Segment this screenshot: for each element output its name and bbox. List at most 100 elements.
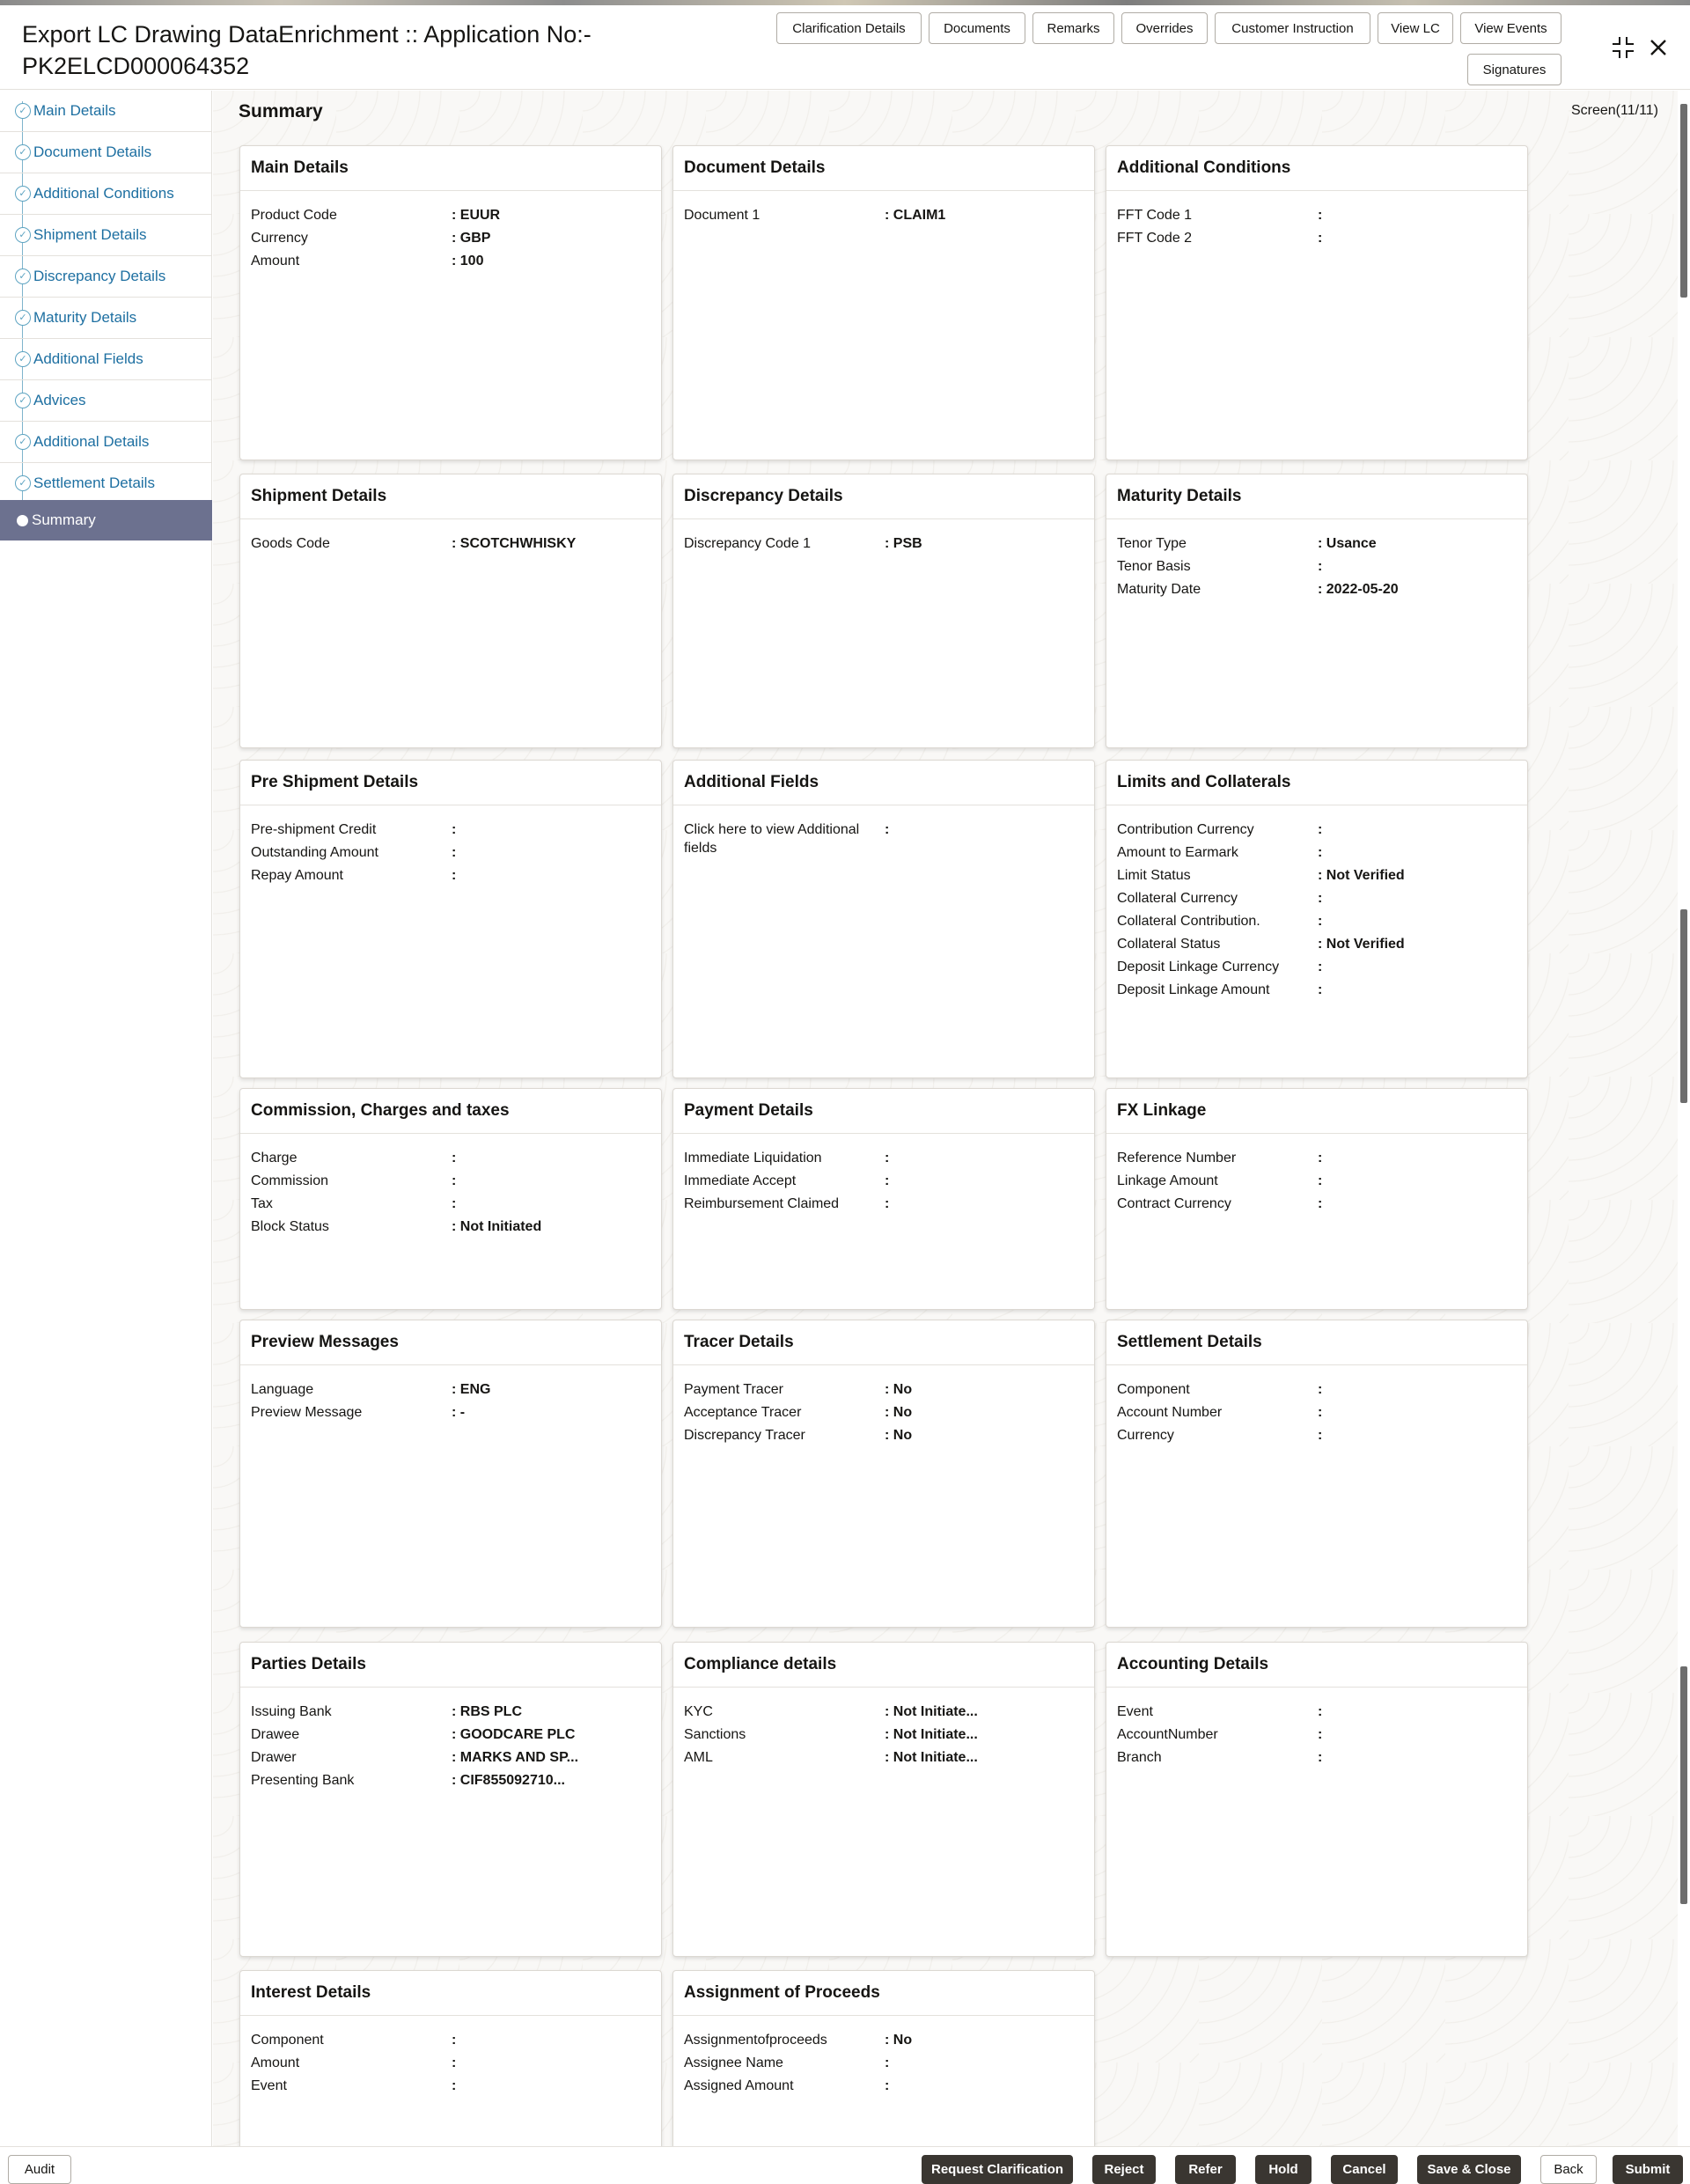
compress-icon[interactable]: [1611, 35, 1635, 67]
sidebar-item-maturity-details[interactable]: ✓ Maturity Details: [0, 298, 212, 339]
field-row: Drawer: MARKS AND SP...: [251, 1746, 652, 1769]
close-icon[interactable]: [1648, 37, 1669, 63]
field-label: KYC: [684, 1704, 713, 1719]
field-value: : PSB: [885, 536, 922, 551]
summary-card-assignment-of-proceeds[interactable]: Assignment of Proceeds Assignmentofprocee…: [672, 1970, 1095, 2155]
summary-card-pre-shipment-details[interactable]: Pre Shipment Details Pre-shipment Credit:…: [239, 760, 662, 1078]
audit-button[interactable]: Audit: [8, 2155, 71, 2184]
card-title: FX Linkage: [1117, 1101, 1207, 1120]
field-value: :: [1318, 1405, 1323, 1420]
summary-card-document-details[interactable]: Document Details Document 1: CLAIM1: [672, 145, 1095, 460]
field-value: :: [452, 1196, 457, 1211]
field-row: Component:: [251, 2029, 652, 2052]
view-lc-button[interactable]: View LC: [1378, 12, 1453, 44]
field-row: Assignee Name:: [684, 2052, 1085, 2075]
field-row: Issuing Bank: RBS PLC: [251, 1701, 652, 1724]
field-value: : SCOTCHWHISKY: [452, 536, 577, 551]
sidebar-item-document-details[interactable]: ✓ Document Details: [0, 132, 212, 173]
scrollbar-thumb[interactable]: [1680, 909, 1687, 1103]
field-label: Deposit Linkage Currency: [1117, 960, 1280, 974]
cancel-button[interactable]: Cancel: [1331, 2155, 1398, 2184]
field-value: :: [885, 822, 890, 837]
clarification-details-button[interactable]: Clarification Details: [776, 12, 922, 44]
documents-button[interactable]: Documents: [929, 12, 1025, 44]
summary-card-settlement-details[interactable]: Settlement Details Component: Account Numb…: [1106, 1320, 1528, 1628]
summary-card-fx-linkage[interactable]: FX Linkage Reference Number: Linkage Amoun…: [1106, 1088, 1528, 1310]
summary-card-additional-conditions[interactable]: Additional Conditions FFT Code 1: FFT Code…: [1106, 145, 1528, 460]
sidebar-item-summary[interactable]: Summary: [0, 500, 212, 540]
summary-card-limits-and-collaterals[interactable]: Limits and Collaterals Contribution Curre…: [1106, 760, 1528, 1078]
summary-card-commission-charges-and-taxes[interactable]: Commission, Charges and taxes Charge: Comm…: [239, 1088, 662, 1310]
card-divider: [673, 518, 1094, 519]
field-row: Preview Message: -: [251, 1401, 652, 1424]
field-label: Immediate Accept: [684, 1173, 797, 1188]
summary-card-main-details[interactable]: Main Details Product Code: EUUR Currency: …: [239, 145, 662, 460]
sidebar-item-settlement-details[interactable]: ✓ Settlement Details: [0, 463, 212, 504]
card-title: Payment Details: [684, 1101, 813, 1120]
summary-heading: Summary: [239, 101, 323, 121]
sidebar-item-shipment-details[interactable]: ✓ Shipment Details: [0, 215, 212, 256]
field-value: : GBP: [452, 231, 491, 246]
card-divider: [240, 190, 661, 191]
field-label: Commission: [251, 1173, 329, 1188]
field-label: Branch: [1117, 1750, 1162, 1765]
field-value: :: [452, 2033, 457, 2048]
field-value: : GOODCARE PLC: [452, 1727, 576, 1742]
field-row: Deposit Linkage Amount:: [1117, 979, 1518, 1002]
field-value: :: [1318, 1382, 1323, 1397]
field-row: Branch:: [1117, 1746, 1518, 1769]
remarks-button[interactable]: Remarks: [1032, 12, 1114, 44]
card-fields: Immediate Liquidation: Immediate Accept: R…: [684, 1147, 1085, 1216]
summary-card-tracer-details[interactable]: Tracer Details Payment Tracer: No Acceptan…: [672, 1320, 1095, 1628]
field-row: FFT Code 2:: [1117, 227, 1518, 250]
submit-button[interactable]: Submit: [1613, 2155, 1683, 2184]
summary-card-compliance-details[interactable]: Compliance details KYC: Not Initiate... Sa…: [672, 1642, 1095, 1957]
summary-card-discrepancy-details[interactable]: Discrepancy Details Discrepancy Code 1: P…: [672, 474, 1095, 748]
field-label: Event: [251, 2078, 287, 2093]
field-value: :: [452, 2055, 457, 2070]
summary-card-shipment-details[interactable]: Shipment Details Goods Code: SCOTCHWHISKY: [239, 474, 662, 748]
summary-card-maturity-details[interactable]: Maturity Details Tenor Type: Usance Tenor …: [1106, 474, 1528, 748]
field-row: Assigned Amount:: [684, 2075, 1085, 2098]
sidebar-item-discrepancy-details[interactable]: ✓ Discrepancy Details: [0, 256, 212, 298]
field-row: Drawee: GOODCARE PLC: [251, 1724, 652, 1746]
view-events-button[interactable]: View Events: [1460, 12, 1561, 44]
vertical-scrollbar[interactable]: [1678, 91, 1690, 2146]
hold-button[interactable]: Hold: [1255, 2155, 1312, 2184]
back-button[interactable]: Back: [1540, 2155, 1597, 2184]
field-label[interactable]: Click here to view Additional fields: [684, 819, 885, 857]
summary-card-additional-fields[interactable]: Additional Fields Click here to view Addi…: [672, 760, 1095, 1078]
customer-instruction-button[interactable]: Customer Instruction: [1215, 12, 1370, 44]
page-header: Export LC Drawing DataEnrichment :: Appl…: [0, 5, 1690, 90]
field-label: Reimbursement Claimed: [684, 1196, 840, 1211]
card-divider: [240, 1133, 661, 1134]
sidebar-item-advices[interactable]: ✓ Advices: [0, 380, 212, 422]
sidebar-item-additional-fields[interactable]: ✓ Additional Fields: [0, 339, 212, 380]
field-label: Reference Number: [1117, 1151, 1237, 1166]
sidebar-item-main-details[interactable]: ✓ Main Details: [0, 91, 212, 132]
scrollbar-thumb[interactable]: [1680, 1666, 1687, 1904]
refer-button[interactable]: Refer: [1175, 2155, 1236, 2184]
sidebar-item-additional-conditions[interactable]: ✓ Additional Conditions: [0, 173, 212, 215]
reject-button[interactable]: Reject: [1092, 2155, 1156, 2184]
sidebar-item-additional-details[interactable]: ✓ Additional Details: [0, 422, 212, 463]
field-row: Block Status: Not Initiated: [251, 1216, 652, 1239]
request-clarification-button[interactable]: Request Clarification: [922, 2155, 1073, 2184]
field-row: Document 1: CLAIM1: [684, 204, 1085, 227]
summary-card-accounting-details[interactable]: Accounting Details Event: AccountNumber: Br…: [1106, 1642, 1528, 1957]
save-and-close-button[interactable]: Save & Close: [1417, 2155, 1521, 2184]
field-value: :: [885, 2055, 890, 2070]
summary-card-preview-messages[interactable]: Preview Messages Language: ENG Preview Mes…: [239, 1320, 662, 1628]
card-fields: Component: Account Number: Currency:: [1117, 1379, 1518, 1447]
field-label: Assignmentofproceeds: [684, 2033, 827, 2048]
field-value: : Usance: [1318, 536, 1377, 551]
card-fields: Contribution Currency: Amount to Earmark:…: [1117, 819, 1518, 1002]
summary-card-parties-details[interactable]: Parties Details Issuing Bank: RBS PLC Draw…: [239, 1642, 662, 1957]
scrollbar-thumb[interactable]: [1680, 104, 1687, 298]
summary-card-interest-details[interactable]: Interest Details Component: Amount: Event:: [239, 1970, 662, 2155]
field-value: :: [1318, 960, 1323, 974]
overrides-button[interactable]: Overrides: [1121, 12, 1208, 44]
field-label: Limit Status: [1117, 868, 1191, 883]
summary-card-payment-details[interactable]: Payment Details Immediate Liquidation: Imm…: [672, 1088, 1095, 1310]
signatures-button[interactable]: Signatures: [1467, 54, 1561, 85]
